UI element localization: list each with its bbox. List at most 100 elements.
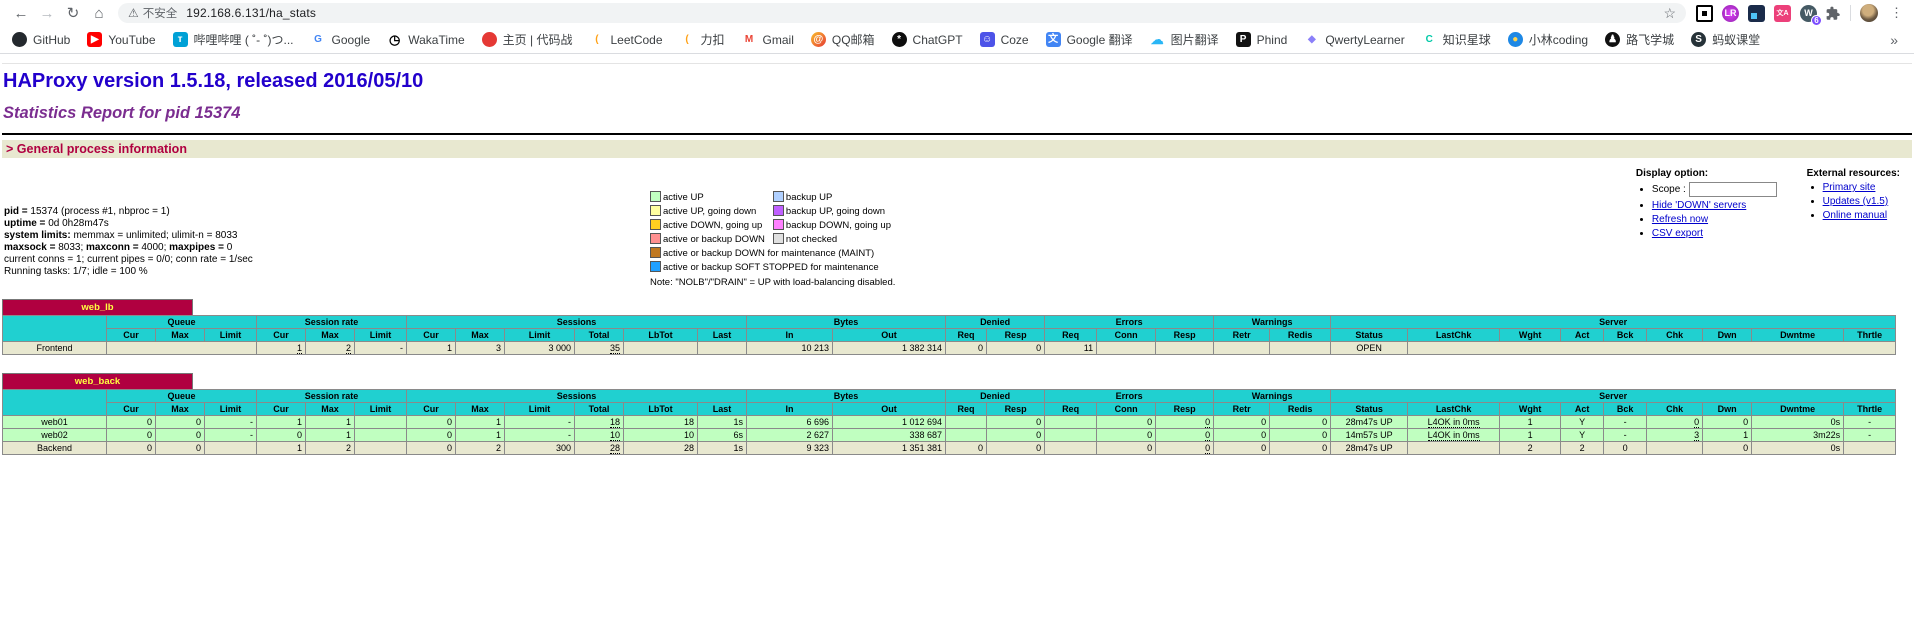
bookmark-item[interactable]: ☺Coze [980,32,1029,47]
lr-extension-icon[interactable]: LR [1722,5,1739,22]
stat-cell: 1 [407,342,456,355]
bookmark-item[interactable]: ◷WakaTime [387,32,464,47]
security-chip[interactable]: ⚠ 不安全 [128,5,177,21]
process-info-line: uptime = 0d 0h28m47s [4,218,650,230]
column-header: Limit [205,329,257,342]
external-resource-link[interactable]: Online manual [1823,210,1887,221]
back-button[interactable]: ← [8,2,34,24]
bookmark-label: Gmail [763,33,794,47]
bookmark-item[interactable]: ♟路飞学城 [1605,31,1674,48]
stat-cell: Y [1561,416,1604,429]
options-column: Display option: Scope : Hide 'DOWN' serv… [1636,168,1912,242]
stat-cell: 0 [1647,416,1703,429]
bookmark-item[interactable]: MGmail [742,32,794,47]
column-group-header: Session rate [257,390,407,403]
stat-cell: - [1604,416,1647,429]
bookmark-item[interactable]: 主页 | 代码战 [482,31,573,48]
proxy-name-bar: web_back [2,373,193,389]
stat-cell: 6 696 [747,416,833,429]
home-button[interactable]: ⌂ [86,2,112,24]
bookmark-item[interactable]: ᴛ哔哩哔哩 ( ˚- ˚)つ... [173,31,294,48]
column-header: Wght [1500,403,1561,416]
reload-button[interactable]: ↻ [60,2,86,24]
bookmark-label: QwertyLearner [1325,33,1404,47]
bookmark-item[interactable]: C知识星球 [1422,31,1491,48]
bookmark-label: QQ邮箱 [832,31,875,48]
column-header: Redis [1270,403,1331,416]
stat-cell: 0 [1604,442,1647,455]
bookmark-item[interactable]: ● 小林coding [1508,31,1588,48]
display-option-link[interactable]: CSV export [1652,228,1703,239]
column-header: Bck [1604,403,1647,416]
stat-cell: 0 [1270,442,1331,455]
stats-table-block: web_backQueueSession rateSessionsBytesDe… [2,373,1912,455]
stat-cell: 14m57s UP [1331,429,1408,442]
bookmark-star-icon[interactable]: ☆ [1663,5,1676,22]
blackbox-extension-icon[interactable] [1696,5,1713,22]
column-group-header: Bytes [747,390,946,403]
forward-button[interactable]: → [34,2,60,24]
bookmark-item[interactable]: 文Google 翻译 [1046,31,1133,48]
bookmark-item[interactable]: (力扣 [680,31,725,48]
stat-cell: 0 [1156,442,1214,455]
github-icon [12,32,27,47]
leetcode-icon: ( [680,32,695,47]
stat-cell: 0 [1270,429,1331,442]
legend-table: active UPbackup UPactive UP, going downb… [650,190,893,274]
column-header: Bck [1604,329,1647,342]
bookmark-item[interactable]: GitHub [12,32,70,47]
page-title-link[interactable]: HAProxy version 1.5.18, released 2016/05… [3,70,423,93]
extensions-puzzle-icon[interactable] [1826,6,1841,21]
profile-avatar[interactable] [1860,4,1878,22]
bookmark-item[interactable]: @QQ邮箱 [811,31,875,48]
stat-cell: 35 [575,342,624,355]
bookmark-item[interactable]: GGoogle [311,32,371,47]
column-header: Cur [257,329,306,342]
bookmarks-overflow-button[interactable]: » [1886,32,1902,48]
browser-menu-button[interactable]: ⋮ [1887,5,1906,21]
display-option-link[interactable]: Refresh now [1652,214,1708,225]
stat-cell: 1 [306,416,355,429]
row-name: web01 [3,416,107,429]
stat-cell: 1s [698,416,747,429]
legend-label: active or backup SOFT STOPPED for mainte… [663,260,893,274]
column-header: Resp [987,329,1045,342]
bookmark-label: 小林coding [1529,31,1588,48]
external-resource-link[interactable]: Updates (v1.5) [1823,196,1889,207]
google-icon: G [311,32,326,47]
address-bar[interactable]: ⚠ 不安全 192.168.6.131/ha_stats ☆ [118,3,1686,23]
google-translate-icon: 文 [1046,32,1061,47]
bookmark-label: 知识星球 [1443,31,1491,48]
stat-cell: 0 [107,442,156,455]
bookmark-item[interactable]: (LeetCode [589,32,662,47]
column-header: Status [1331,329,1408,342]
column-header: LbTot [624,329,698,342]
process-info-line: Running tasks: 1/7; idle = 100 % [4,266,650,278]
column-header: Max [456,329,505,342]
scope-input[interactable] [1689,182,1777,197]
bookmark-item[interactable]: ◆QwertyLearner [1304,32,1404,47]
bookmark-label: Phind [1257,33,1288,47]
bookmark-item[interactable]: *ChatGPT [892,32,963,47]
w-extension-icon[interactable]: W6 [1800,5,1817,22]
external-resource-link[interactable]: Primary site [1823,182,1876,193]
bookmark-item[interactable]: S蚂蚁课堂 [1691,31,1760,48]
bookmark-item[interactable]: ▶YouTube [87,32,155,47]
xiaolin-coding-icon: ● [1508,32,1523,47]
column-header: Limit [355,403,407,416]
bookmark-item[interactable]: PPhind [1236,32,1288,47]
legend-note: Note: "NOLB"/"DRAIN" = UP with load-bala… [650,277,895,288]
stat-cell: 3m22s [1752,429,1844,442]
stat-cell: 0 [407,442,456,455]
display-option-link[interactable]: Hide 'DOWN' servers [1652,200,1746,211]
stats-table: QueueSession rateSessionsBytesDeniedErro… [2,315,1896,355]
stat-cell: 338 687 [833,429,946,442]
translate-extension-icon[interactable]: 文A [1774,5,1791,22]
column-group-header: Warnings [1214,316,1331,329]
stat-cell: 1 [1500,416,1561,429]
stat-cell [355,429,407,442]
tray-extension-icon[interactable] [1748,5,1765,22]
column-header: Dwntme [1752,403,1844,416]
bookmark-item[interactable]: ☁图片翻译 [1150,31,1219,48]
bookmarks-bar: GitHub ▶YouTube ᴛ哔哩哔哩 ( ˚- ˚)つ... GGoogle ◷W… [0,26,1914,54]
